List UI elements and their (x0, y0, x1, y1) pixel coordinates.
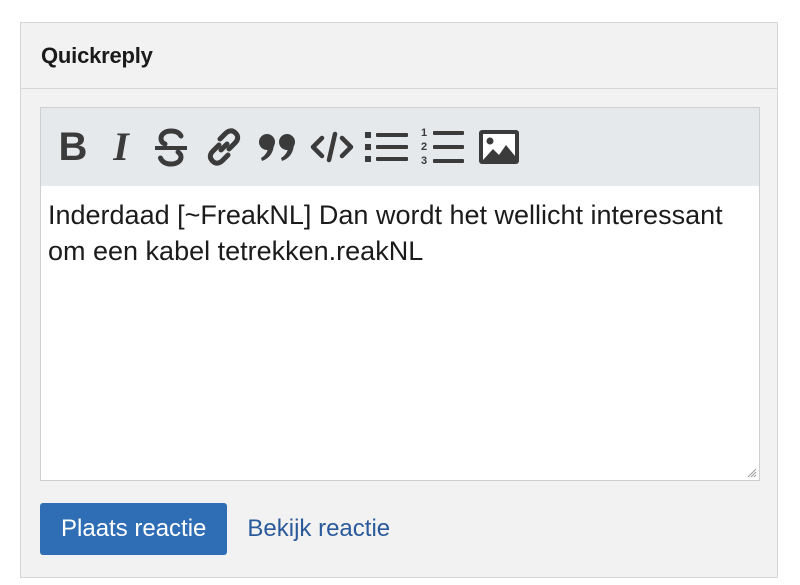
strikethrough-button[interactable] (149, 123, 193, 171)
submit-reply-button[interactable]: Plaats reactie (40, 503, 228, 555)
image-icon (479, 130, 519, 164)
svg-text:3: 3 (421, 155, 427, 167)
svg-text:1: 1 (421, 127, 427, 139)
bold-button[interactable]: B (53, 123, 93, 171)
quote-icon (259, 134, 295, 161)
numbered-list-button[interactable]: 1 2 3 (419, 123, 467, 171)
panel-header: Quickreply (21, 23, 777, 89)
strikethrough-icon (155, 128, 187, 167)
quickreply-panel: Quickreply B I 1 2 3 Inderdaad [~FreakNL… (20, 22, 778, 578)
italic-button[interactable]: I (101, 123, 141, 171)
preview-reply-link[interactable]: Bekijk reactie (247, 515, 390, 543)
bold-icon: B (58, 125, 88, 169)
bullet-list-button[interactable] (363, 123, 411, 171)
bullet-list-icon (365, 132, 408, 162)
editor-toolbar: B I 1 2 3 (41, 108, 759, 186)
image-button[interactable] (475, 123, 523, 171)
panel-title: Quickreply (41, 42, 153, 68)
numbered-list-icon: 1 2 3 (421, 127, 464, 167)
link-button[interactable] (201, 123, 247, 171)
quote-button[interactable] (255, 123, 301, 171)
reply-actions: Plaats reactie Bekijk reactie (40, 503, 390, 555)
svg-text:2: 2 (421, 141, 427, 153)
italic-icon: I (113, 124, 129, 169)
code-icon (310, 131, 354, 163)
link-icon (207, 128, 241, 166)
reply-textarea[interactable]: Inderdaad [~FreakNL] Dan wordt het welli… (41, 186, 759, 480)
code-button[interactable] (309, 123, 355, 171)
reply-editor: B I 1 2 3 Inderdaad [~FreakNL] Dan wordt… (40, 107, 760, 481)
resize-grip-icon[interactable] (745, 466, 757, 478)
